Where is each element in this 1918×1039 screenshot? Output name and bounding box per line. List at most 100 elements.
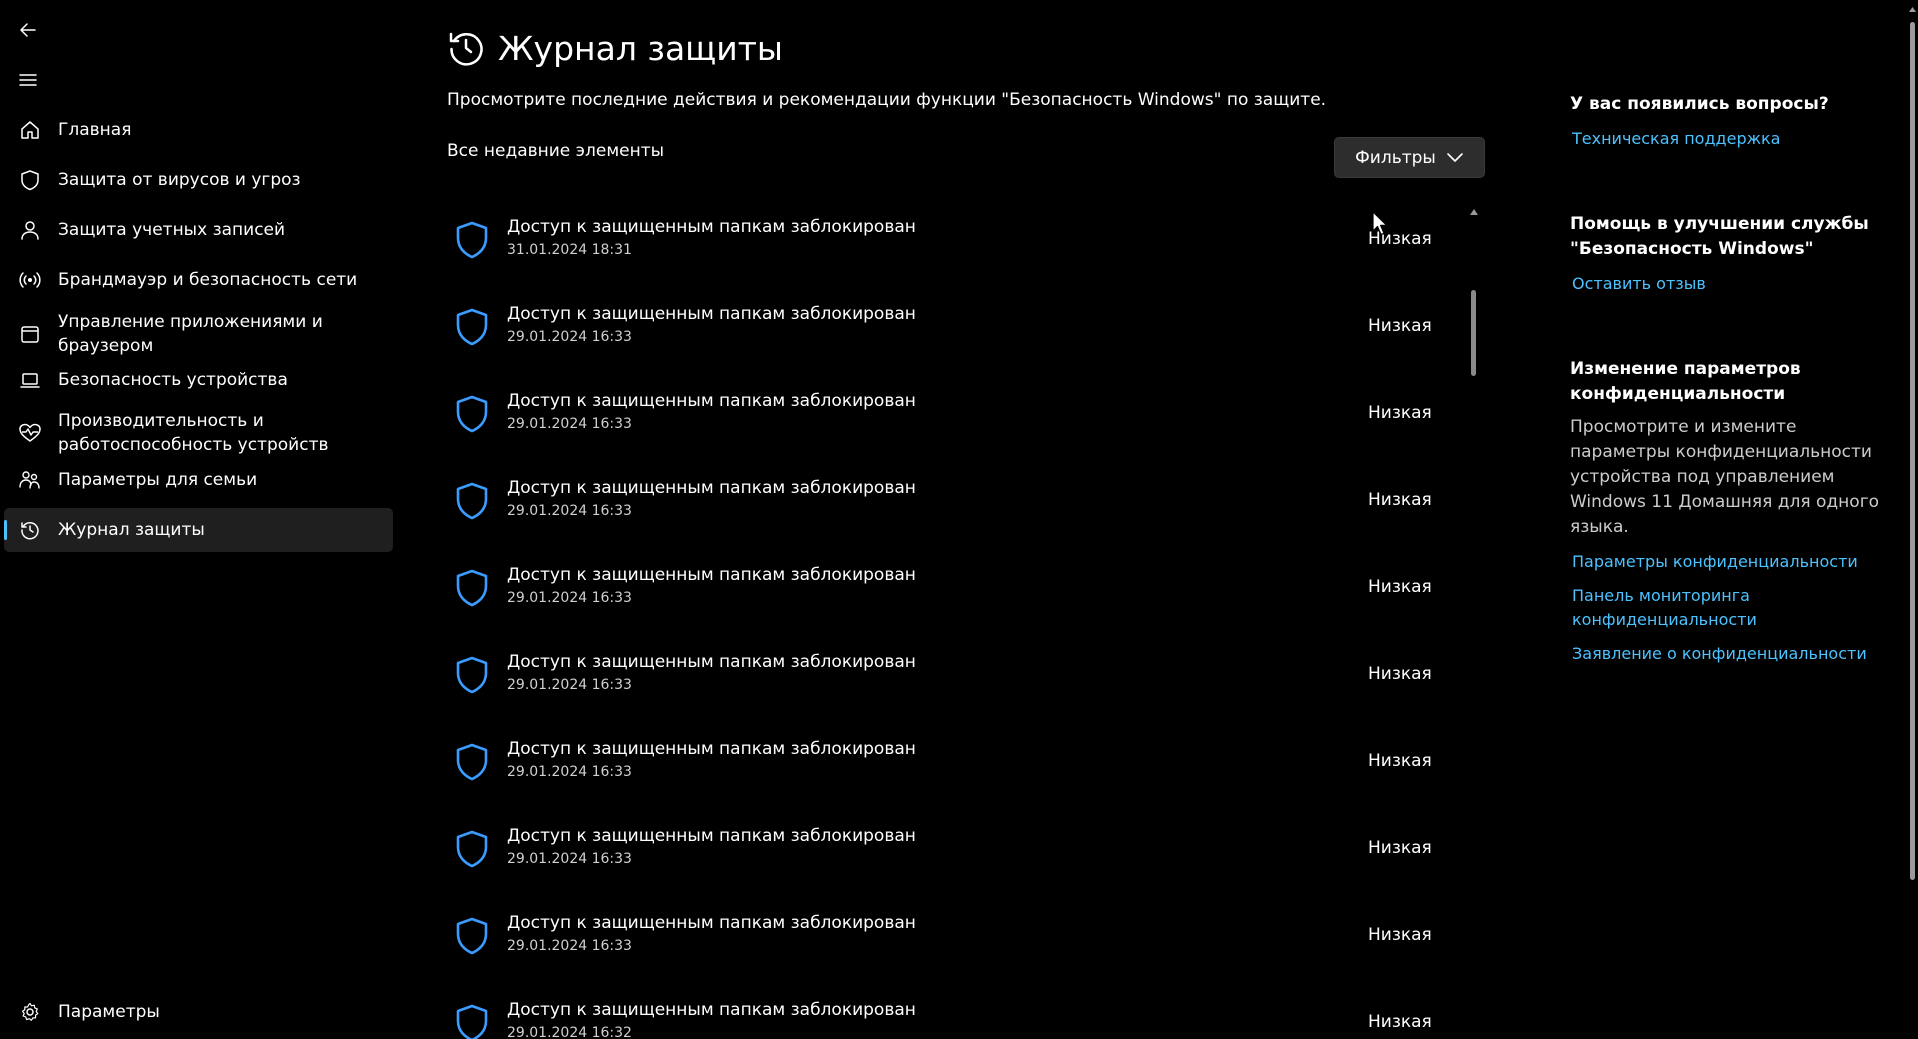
history-item-severity: Низкая: [1368, 403, 1432, 423]
wireless-icon: [18, 268, 42, 292]
shield-icon: [456, 482, 488, 520]
history-list-item[interactable]: Доступ к защищенным папкам заблокирован 2…: [447, 723, 1447, 810]
feedback-link[interactable]: Оставить отзыв: [1572, 272, 1890, 296]
menu-button[interactable]: [6, 58, 50, 102]
shield-icon: [456, 917, 488, 955]
history-item-title: Доступ к защищенным папкам заблокирован: [507, 217, 916, 237]
nav-item-label: Защита учетных записей: [58, 220, 286, 240]
history-item-date: 31.01.2024 18:31: [507, 242, 632, 258]
laptop-icon: [18, 368, 42, 392]
history-item-title: Доступ к защищенным папкам заблокирован: [507, 304, 916, 324]
history-item-severity: Низкая: [1368, 751, 1432, 771]
history-item-severity: Низкая: [1368, 490, 1432, 510]
history-list-item[interactable]: Доступ к защищенным папкам заблокирован 2…: [447, 375, 1447, 462]
history-item-severity: Низкая: [1368, 664, 1432, 684]
history-item-date: 29.01.2024 16:33: [507, 590, 632, 606]
back-arrow-icon: [20, 23, 36, 37]
page-title: Журнал защиты: [498, 29, 783, 68]
history-item-severity: Низкая: [1368, 316, 1432, 336]
nav-item-label: Производительность и работоспособность у…: [58, 411, 329, 455]
history-list-item[interactable]: Доступ к защищенным папкам заблокирован 2…: [447, 462, 1447, 549]
person-icon: [18, 218, 42, 242]
shield-icon: [18, 168, 42, 192]
history-item-title: Доступ к защищенным папкам заблокирован: [507, 913, 916, 933]
improve-section: Помощь в улучшении службы "Безопасность …: [1570, 212, 1890, 296]
nav-item-device-performance[interactable]: Производительность и работоспособность у…: [4, 404, 393, 462]
history-list-item[interactable]: Доступ к защищенным папкам заблокирован 2…: [447, 288, 1447, 375]
shield-icon: [456, 1004, 488, 1039]
history-item-date: 29.01.2024 16:33: [507, 938, 632, 954]
history-icon: [18, 518, 42, 542]
history-item-date: 29.01.2024 16:33: [507, 503, 632, 519]
history-item-title: Доступ к защищенным папкам заблокирован: [507, 565, 916, 585]
shield-icon: [456, 656, 488, 694]
mouse-cursor-icon: [1372, 211, 1388, 236]
history-list-item[interactable]: Доступ к защищенным папкам заблокирован 2…: [447, 549, 1447, 636]
nav-item-settings[interactable]: Параметры: [4, 992, 393, 1032]
nav-item-label: Управление приложениями и браузером: [58, 312, 323, 356]
nav-item-label: Главная: [58, 120, 132, 140]
shield-icon: [456, 830, 488, 868]
page-scrollbar-thumb[interactable]: [1910, 22, 1915, 880]
gear-icon: [18, 1000, 42, 1024]
history-item-title: Доступ к защищенным папкам заблокирован: [507, 652, 916, 672]
history-item-title: Доступ к защищенным папкам заблокирован: [507, 391, 916, 411]
heart-pulse-icon: [18, 421, 42, 445]
nav-item-label: Безопасность устройства: [58, 370, 288, 390]
nav-item-firewall[interactable]: Брандмауэр и безопасность сети: [4, 260, 393, 300]
scroll-up-arrow-icon[interactable]: [1908, 6, 1917, 13]
privacy-statement-link[interactable]: Заявление о конфиденциальности: [1572, 642, 1890, 666]
history-item-severity: Низкая: [1368, 577, 1432, 597]
history-item-date: 29.01.2024 16:33: [507, 677, 632, 693]
nav-item-device-security[interactable]: Безопасность устройства: [4, 360, 393, 400]
navigation-pane: Главная Защита от вирусов и угроз Защита…: [0, 0, 400, 1039]
shield-icon: [456, 569, 488, 607]
nav-item-account-protection[interactable]: Защита учетных записей: [4, 210, 393, 250]
history-item-date: 29.01.2024 16:33: [507, 329, 632, 345]
page-scrollbar[interactable]: [1906, 0, 1918, 1039]
back-button[interactable]: [6, 8, 50, 52]
shield-icon: [456, 308, 488, 346]
history-list-item[interactable]: Доступ к защищенным папкам заблокирован 2…: [447, 897, 1447, 984]
privacy-section: Изменение параметров конфиденциальности …: [1570, 357, 1890, 666]
privacy-dashboard-link[interactable]: Панель мониторинга конфиденциальности: [1572, 584, 1890, 632]
history-item-date: 29.01.2024 16:33: [507, 416, 632, 432]
filters-button[interactable]: Фильтры: [1334, 137, 1485, 178]
history-item-title: Доступ к защищенным папкам заблокирован: [507, 739, 916, 759]
scroll-up-arrow-icon[interactable]: [1469, 208, 1479, 216]
history-item-severity: Низкая: [1368, 1012, 1432, 1032]
selection-indicator: [4, 520, 7, 540]
nav-item-label: Параметры: [58, 1002, 160, 1022]
history-list-item[interactable]: Доступ к защищенным папкам заблокирован 2…: [447, 810, 1447, 897]
nav-item-app-browser-control[interactable]: Управление приложениями и браузером: [4, 305, 393, 363]
nav-item-home[interactable]: Главная: [4, 110, 393, 150]
history-item-title: Доступ к защищенным папкам заблокирован: [507, 826, 916, 846]
history-icon: [449, 32, 483, 66]
nav-item-protection-history[interactable]: Журнал защиты: [4, 508, 393, 552]
shield-icon: [456, 221, 488, 259]
history-list-item[interactable]: Доступ к защищенным папкам заблокирован 2…: [447, 636, 1447, 723]
chevron-down-icon: [1447, 152, 1463, 162]
nav-item-family-options[interactable]: Параметры для семьи: [4, 460, 393, 500]
support-link[interactable]: Техническая поддержка: [1572, 127, 1890, 151]
questions-heading: У вас появились вопросы?: [1570, 94, 1829, 114]
privacy-settings-link[interactable]: Параметры конфиденциальности: [1572, 550, 1890, 574]
shield-icon: [456, 395, 488, 433]
list-scrollbar[interactable]: [1467, 206, 1481, 1039]
history-item-severity: Низкая: [1368, 838, 1432, 858]
history-list-item[interactable]: Доступ к защищенным папкам заблокирован 3…: [447, 201, 1447, 288]
history-item-date: 29.01.2024 16:32: [507, 1025, 632, 1039]
nav-item-label: Журнал защиты: [58, 520, 205, 540]
privacy-text: Просмотрите и измените параметры конфиде…: [1570, 417, 1880, 537]
hamburger-menu-icon: [19, 74, 37, 86]
history-item-date: 29.01.2024 16:33: [507, 764, 632, 780]
nav-item-virus-protection[interactable]: Защита от вирусов и угроз: [4, 160, 393, 200]
nav-item-label: Параметры для семьи: [58, 470, 258, 490]
nav-item-label: Брандмауэр и безопасность сети: [58, 270, 358, 290]
history-list-item[interactable]: Доступ к защищенным папкам заблокирован 2…: [447, 984, 1447, 1039]
list-scrollbar-thumb[interactable]: [1471, 290, 1476, 376]
improve-heading: Помощь в улучшении службы "Безопасность …: [1570, 214, 1869, 259]
history-item-date: 29.01.2024 16:33: [507, 851, 632, 867]
home-icon: [18, 118, 42, 142]
page-description: Просмотрите последние действия и рекомен…: [447, 90, 1327, 110]
